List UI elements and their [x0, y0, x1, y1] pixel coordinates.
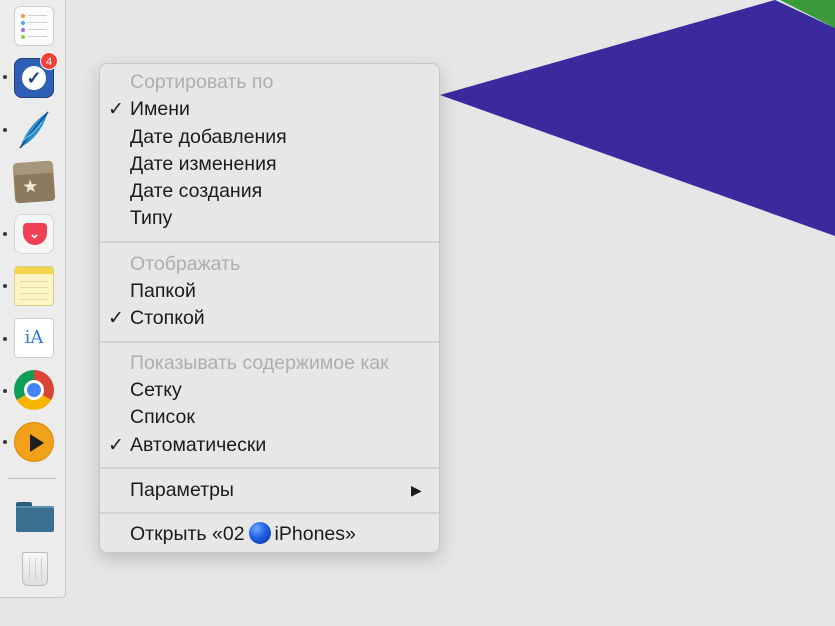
menu-header-view-content: Показывать содержимое как [130, 352, 389, 374]
reminders-icon [14, 6, 54, 46]
menu-item-display-folder[interactable]: Папкой [100, 278, 439, 305]
menu-separator [100, 341, 439, 343]
menu-item-label: Список [130, 406, 195, 428]
notes-icon [14, 266, 54, 306]
menu-item-label-prefix: Открыть «02 [130, 523, 245, 545]
ia-writer-label: iA [24, 327, 44, 348]
menu-item-label: Типу [130, 207, 173, 229]
menu-item-label: Автоматически [130, 434, 267, 456]
menu-item-view-automatic[interactable]: ✓ Автоматически [100, 432, 439, 459]
checkmark-icon: ✓ [108, 99, 124, 120]
menu-header-display: Отображать [130, 253, 241, 275]
feather-icon [19, 111, 49, 149]
dock-item-ia-writer[interactable]: iA [10, 314, 58, 362]
menu-item-view-grid[interactable]: Сетку [100, 377, 439, 404]
star-box-icon: ★ [12, 160, 56, 204]
menu-item-sort-date-modified[interactable]: Дате изменения [100, 151, 439, 178]
menu-item-label: Параметры [130, 479, 234, 501]
pocket-icon: ⌄ [14, 214, 54, 254]
dock-item-pocket[interactable]: ⌄ [10, 210, 58, 258]
dock: ✓ 4 ★ ⌄ iA [0, 0, 66, 598]
stack-context-menu: Сортировать по ✓ Имени Дате добавления Д… [99, 63, 440, 553]
checkmark-icon: ✓ [108, 308, 124, 329]
menu-item-sort-name[interactable]: ✓ Имени [100, 96, 439, 123]
menu-item-label: Стопкой [130, 307, 205, 329]
menu-separator [100, 241, 439, 243]
checkmark-icon: ✓ [108, 435, 124, 456]
dock-item-box[interactable]: ★ [10, 158, 58, 206]
menu-header-sort: Сортировать по [130, 71, 274, 93]
running-indicator [3, 337, 7, 341]
menu-item-label: Папкой [130, 280, 196, 302]
menu-item-open-folder[interactable]: Открыть «02 iPhones» [100, 521, 439, 548]
running-indicator [3, 440, 7, 444]
dock-separator [8, 478, 56, 479]
wallpaper-purple-shape [440, 0, 835, 236]
notification-badge: 4 [40, 52, 58, 70]
running-indicator [3, 284, 7, 288]
dock-item-trash[interactable] [10, 542, 58, 590]
menu-item-view-list[interactable]: Список [100, 404, 439, 431]
menu-item-display-stack[interactable]: ✓ Стопкой [100, 305, 439, 332]
folder-icon [14, 494, 54, 534]
dock-item-player[interactable] [10, 418, 58, 466]
trash-icon [14, 546, 54, 586]
running-indicator [3, 232, 7, 236]
menu-item-label: Дате изменения [130, 153, 277, 175]
dock-item-notes[interactable] [10, 262, 58, 310]
dock-item-reminders[interactable] [10, 2, 58, 50]
dock-item-quill[interactable] [10, 106, 58, 154]
menu-separator [100, 512, 439, 514]
ia-writer-icon: iA [14, 318, 54, 358]
running-indicator [3, 389, 7, 393]
menu-item-sort-date-added[interactable]: Дате добавления [100, 124, 439, 151]
menu-item-label: Дате создания [130, 180, 263, 202]
menu-item-sort-kind[interactable]: Типу [100, 205, 439, 232]
menu-item-options[interactable]: Параметры ▶ [100, 477, 439, 504]
menu-item-label-suffix: iPhones» [274, 523, 356, 545]
submenu-arrow-icon: ▶ [411, 482, 422, 498]
menu-item-label: Сетку [130, 379, 182, 401]
dock-item-omnifocus[interactable]: ✓ 4 [10, 52, 58, 102]
dock-item-folder-stack[interactable] [10, 490, 58, 538]
menu-item-sort-date-created[interactable]: Дате создания [100, 178, 439, 205]
running-indicator [3, 75, 7, 79]
play-icon [14, 422, 54, 462]
menu-item-label: Дате добавления [130, 126, 287, 148]
menu-item-label: Имени [130, 98, 190, 120]
dock-item-chrome[interactable] [10, 366, 58, 414]
blue-circle-emoji-icon [248, 522, 271, 544]
running-indicator [3, 128, 7, 132]
chrome-icon [14, 370, 54, 410]
menu-separator [100, 467, 439, 469]
